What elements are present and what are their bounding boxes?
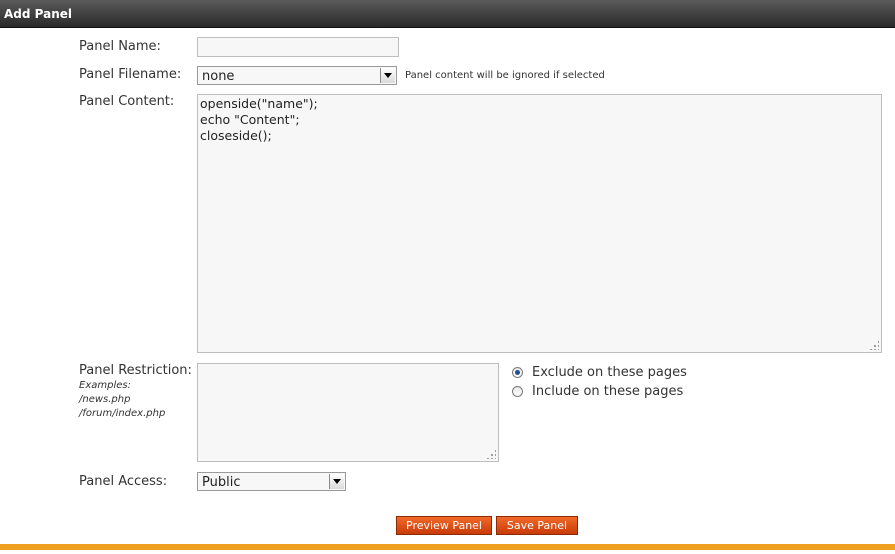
preview-panel-button[interactable]: Preview Panel: [396, 516, 492, 535]
panel-header-title: Add Panel: [4, 7, 73, 21]
exclude-radio[interactable]: [512, 367, 523, 378]
panel-filename-hint: Panel content will be ignored if selecte…: [405, 70, 605, 81]
code-line: openside("name");: [200, 96, 318, 111]
panel-content-textarea[interactable]: openside("name"); echo "Content"; closes…: [197, 94, 882, 353]
code-line: closeside();: [200, 128, 272, 143]
panel-restriction-label: Panel Restriction:: [79, 363, 192, 378]
examples-heading: Examples:: [79, 380, 131, 391]
panel-access-select[interactable]: Public: [197, 472, 346, 491]
chevron-down-icon[interactable]: [329, 474, 344, 489]
panel-access-value: Public: [202, 475, 241, 490]
exclude-radio-label: Exclude on these pages: [532, 365, 687, 380]
panel-name-label: Panel Name:: [79, 39, 161, 54]
resize-grip-icon[interactable]: [869, 340, 879, 350]
include-radio-label: Include on these pages: [532, 384, 684, 399]
panel-access-label: Panel Access:: [79, 474, 168, 489]
save-panel-button[interactable]: Save Panel: [496, 516, 578, 535]
panel-name-input[interactable]: [197, 37, 399, 57]
footer-bar: [0, 544, 895, 550]
example-path: /forum/index.php: [79, 408, 166, 419]
panel-filename-label: Panel Filename:: [79, 67, 182, 82]
panel-header: Add Panel: [0, 0, 895, 28]
panel-content-label: Panel Content:: [79, 94, 175, 109]
panel-filename-value: none: [202, 69, 235, 84]
panel-restriction-textarea[interactable]: [197, 363, 499, 462]
panel-filename-select[interactable]: none: [197, 66, 397, 85]
example-path: /news.php: [79, 394, 131, 405]
include-radio[interactable]: [512, 386, 523, 397]
chevron-down-icon[interactable]: [380, 68, 395, 83]
resize-grip-icon[interactable]: [486, 449, 496, 459]
code-line: echo "Content";: [200, 112, 300, 127]
